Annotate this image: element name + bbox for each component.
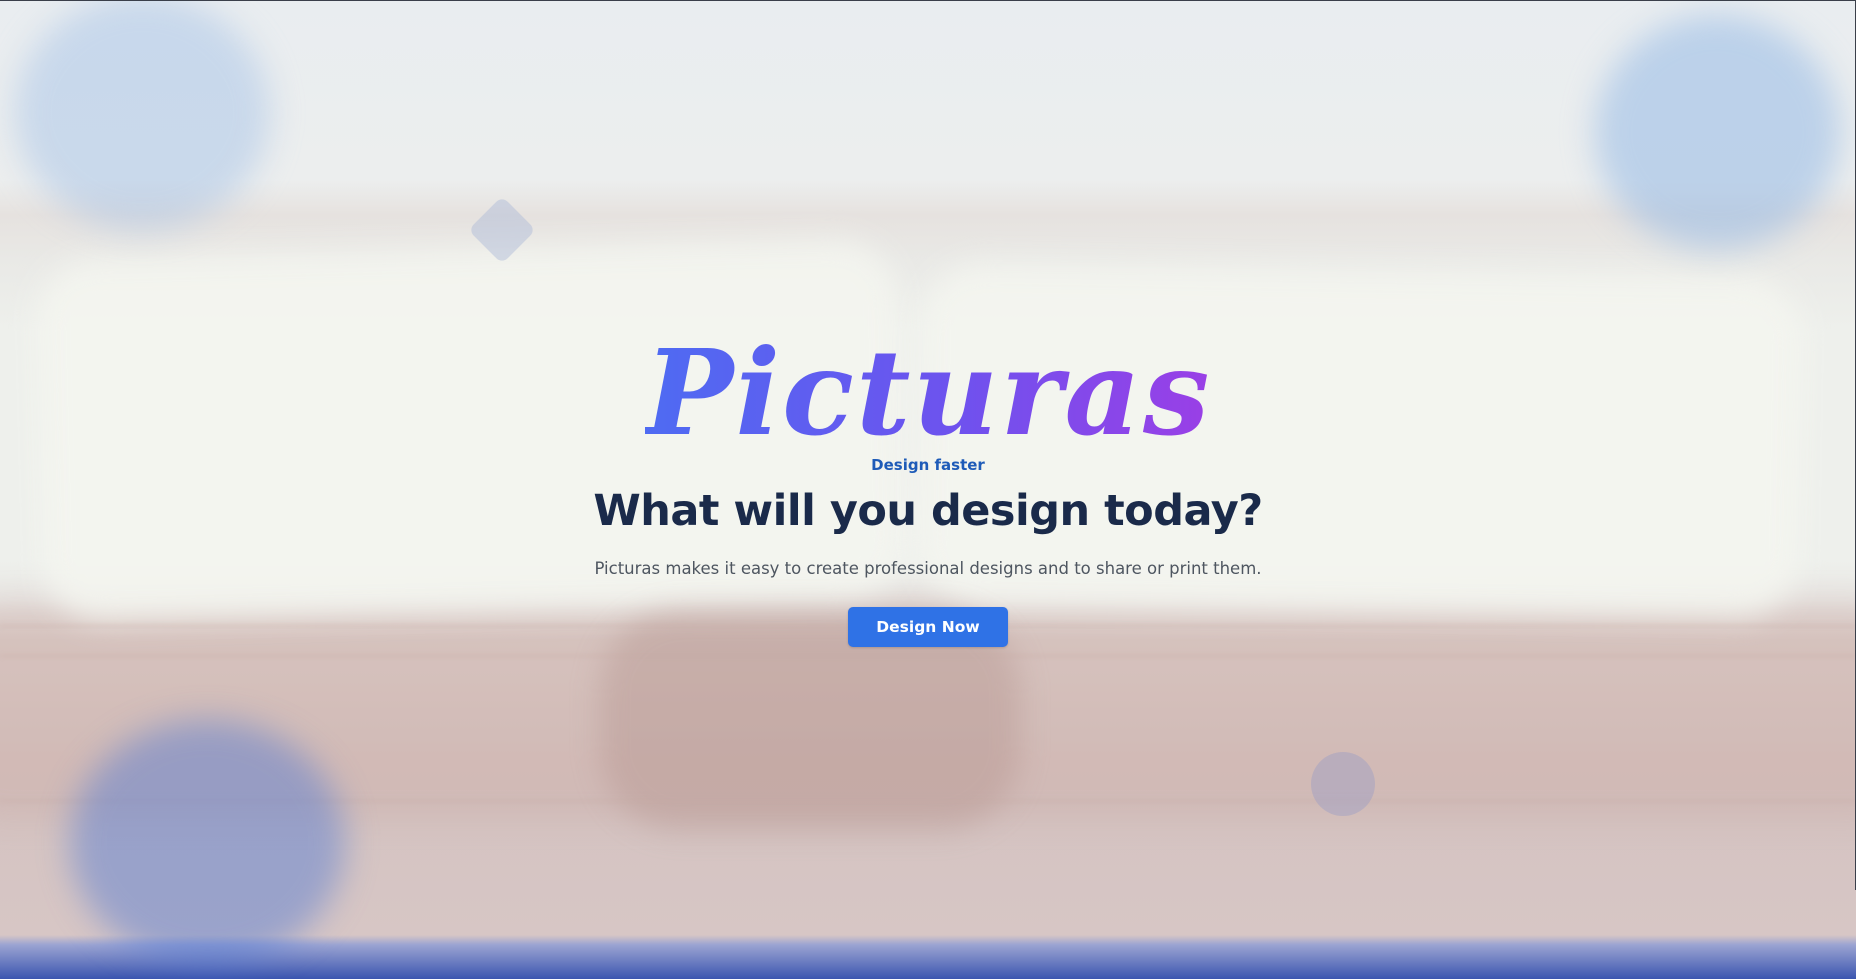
design-now-button[interactable]: Design Now (848, 607, 1008, 647)
hero-section: Picturas Design faster What will you des… (0, 0, 1856, 979)
hero-content: Picturas Design faster What will you des… (0, 325, 1856, 647)
window-top-border (0, 0, 1856, 1)
decorative-blob-bottom-left (70, 720, 345, 965)
brand-logo: Picturas (644, 323, 1212, 462)
decorative-blob-top-left (15, 0, 270, 230)
brand-tagline: Design faster (871, 456, 985, 474)
decorative-dot (1311, 752, 1375, 816)
hero-headline: What will you design today? (593, 486, 1263, 536)
cta-container: Design Now (0, 607, 1856, 647)
background-page-edge (0, 655, 1856, 657)
decorative-blob-top-right (1595, 15, 1840, 250)
hero-description: Picturas makes it easy to create profess… (594, 559, 1262, 578)
